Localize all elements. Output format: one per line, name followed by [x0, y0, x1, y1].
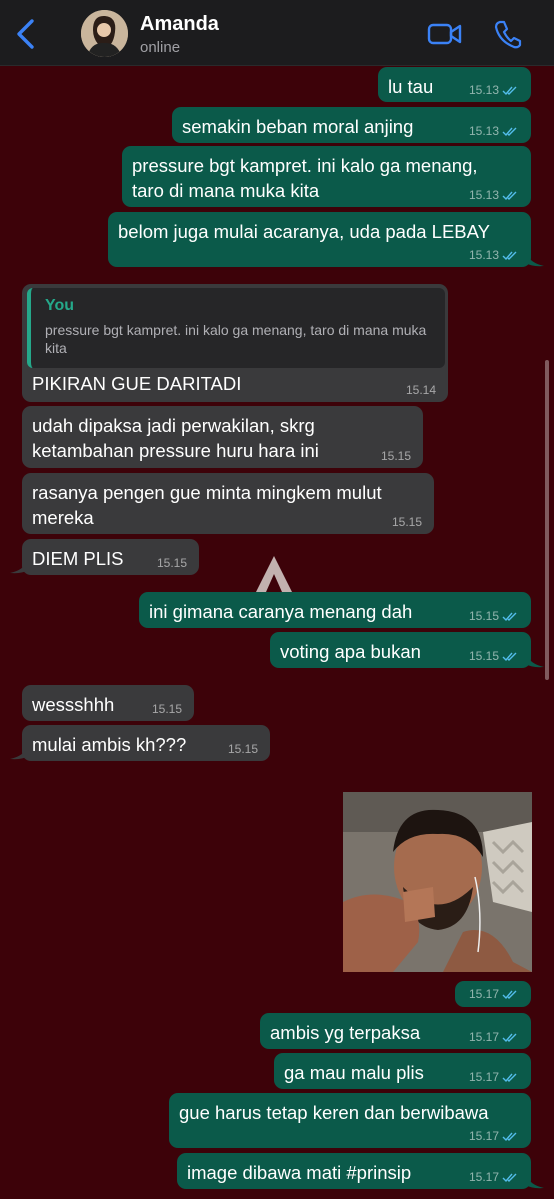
message-text: belom juga mulai acaranya, uda pada LEBA… — [118, 221, 490, 242]
message-time: 15.13 — [468, 248, 499, 262]
message-text: mulai ambis kh??? — [32, 734, 187, 755]
message-text: wessshhh — [32, 694, 115, 715]
read-receipt-icon — [502, 191, 517, 200]
message-bubble-outgoing[interactable]: voting apa bukan 15.15 — [270, 632, 531, 668]
read-receipt-icon — [502, 1173, 517, 1182]
read-receipt-icon — [502, 86, 517, 95]
message-bubble-outgoing[interactable]: belom juga mulai acaranya, uda pada LEBA… — [108, 212, 531, 267]
message-time: 15.15 — [468, 609, 499, 623]
message-bubble-incoming[interactable]: udah dipaksa jadi perwakilan, skrg ketam… — [22, 406, 423, 468]
message-time: 15.15 — [380, 449, 411, 463]
message-time: 15.15 — [468, 649, 499, 663]
message-bubble-outgoing[interactable]: semakin beban moral anjing 15.13 — [172, 107, 531, 143]
message-time: 15.13 — [468, 124, 499, 138]
message-time: 15.13 — [468, 83, 499, 97]
read-receipt-icon — [502, 1073, 517, 1082]
message-text: rasanya pengen gue minta mingkem mulut m… — [32, 482, 382, 528]
message-text: semakin beban moral anjing — [182, 116, 414, 137]
video-call-icon[interactable] — [427, 20, 463, 48]
message-text: DIEM PLIS — [32, 548, 124, 569]
message-text: ga mau malu plis — [284, 1062, 424, 1083]
message-time: 15.17 — [468, 1170, 499, 1184]
message-bubble-outgoing[interactable]: lu tau 15.13 — [378, 67, 531, 102]
back-chevron-icon[interactable] — [14, 18, 38, 50]
read-receipt-icon — [502, 1132, 517, 1141]
message-bubble-incoming[interactable]: rasanya pengen gue minta mingkem mulut m… — [22, 473, 434, 534]
contact-name[interactable]: Amanda — [140, 13, 219, 36]
message-bubble-incoming[interactable]: mulai ambis kh??? 15.15 — [22, 725, 270, 761]
message-text: image dibawa mati #prinsip — [187, 1162, 412, 1183]
bubble-tail — [10, 746, 28, 760]
message-text: udah dipaksa jadi perwakilan, skrg ketam… — [32, 415, 319, 461]
avatar[interactable] — [81, 10, 128, 57]
read-receipt-icon — [502, 612, 517, 621]
bubble-tail — [526, 654, 544, 668]
message-bubble-outgoing[interactable]: ambis yg terpaksa 15.17 — [260, 1013, 531, 1049]
message-time: 15.17 — [468, 987, 499, 1001]
chat-header: Amanda online — [0, 0, 554, 66]
message-bubble-outgoing[interactable]: gue harus tetap keren dan berwibawa 15.1… — [169, 1093, 531, 1148]
bubble-tail — [526, 253, 544, 267]
quote-text: pressure bgt kampret. ini kalo ga menang… — [45, 322, 427, 356]
message-time: 15.15 — [391, 515, 422, 529]
quote-author: You — [45, 297, 75, 314]
scrollbar[interactable] — [545, 360, 549, 680]
bubble-tail — [10, 560, 28, 574]
watermark-logo — [256, 556, 292, 592]
message-bubble-incoming[interactable]: wessshhh 15.15 — [22, 685, 194, 721]
message-text: pressure bgt kampret. ini kalo ga menang… — [132, 155, 478, 201]
message-text: PIKIRAN GUE DARITADI — [32, 373, 242, 394]
message-text: gue harus tetap keren dan berwibawa — [179, 1102, 489, 1123]
photo-time-bubble: 15.17 — [455, 981, 531, 1007]
message-time: 15.15 — [156, 556, 187, 570]
message-bubble-outgoing[interactable]: ini gimana caranya menang dah 15.15 — [139, 592, 531, 628]
message-time: 15.17 — [468, 1030, 499, 1044]
phone-icon[interactable] — [494, 19, 522, 49]
message-text: lu tau — [388, 76, 434, 97]
message-bubble-outgoing[interactable]: pressure bgt kampret. ini kalo ga menang… — [122, 146, 531, 207]
message-text: ini gimana caranya menang dah — [149, 601, 413, 622]
photo-message[interactable] — [343, 792, 532, 972]
read-receipt-icon — [502, 990, 517, 999]
message-time: 15.14 — [405, 383, 436, 397]
message-time: 15.15 — [227, 742, 258, 756]
read-receipt-icon — [502, 127, 517, 136]
message-text: voting apa bukan — [280, 641, 421, 662]
message-bubble-incoming[interactable]: DIEM PLIS 15.15 — [22, 539, 199, 575]
message-time: 15.15 — [151, 702, 182, 716]
contact-status: online — [140, 39, 181, 56]
read-receipt-icon — [502, 251, 517, 260]
message-bubble-outgoing[interactable]: image dibawa mati #prinsip 15.17 — [177, 1153, 531, 1189]
bubble-tail — [526, 1175, 544, 1189]
quoted-message[interactable]: You pressure bgt kampret. ini kalo ga me… — [27, 288, 445, 368]
message-time: 15.17 — [468, 1129, 499, 1143]
message-text: ambis yg terpaksa — [270, 1022, 421, 1043]
message-time: 15.13 — [468, 188, 499, 202]
read-receipt-icon — [502, 1033, 517, 1042]
message-time: 15.17 — [468, 1070, 499, 1084]
message-bubble-outgoing[interactable]: ga mau malu plis 15.17 — [274, 1053, 531, 1089]
read-receipt-icon — [502, 652, 517, 661]
